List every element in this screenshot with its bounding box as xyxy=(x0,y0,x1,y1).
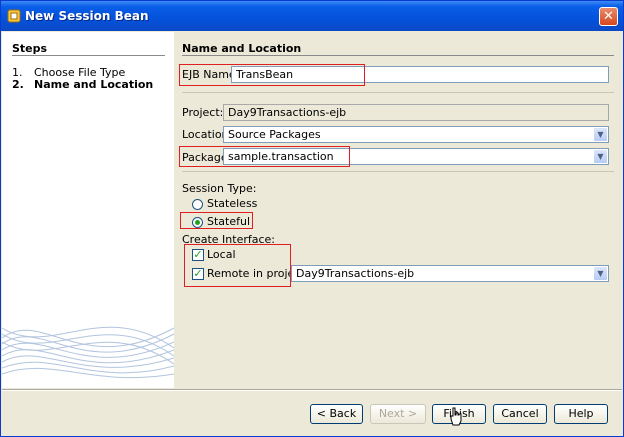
section-title: Name and Location xyxy=(182,42,302,55)
chevron-down-icon[interactable]: ▼ xyxy=(594,267,607,280)
new-session-bean-dialog: New Session Bean ✕ Steps 1. Choose File T… xyxy=(0,0,624,437)
separator xyxy=(182,171,614,172)
back-button[interactable]: < Back xyxy=(310,404,363,424)
chevron-down-icon[interactable]: ▼ xyxy=(594,128,607,141)
highlight-interfaces xyxy=(184,244,291,287)
next-button[interactable]: Next > xyxy=(370,404,426,424)
session-type-label: Session Type: xyxy=(182,182,257,195)
content-panel: Name and Location EJB Name: TransBean Pr… xyxy=(174,32,622,388)
cancel-button[interactable]: Cancel xyxy=(493,404,547,424)
help-button[interactable]: Help xyxy=(554,404,608,424)
highlight-package xyxy=(179,146,350,167)
step-number: 2. xyxy=(12,78,24,91)
remote-project-combo[interactable]: Day9Transactions-ejb ▼ xyxy=(291,265,609,282)
location-combo[interactable]: Source Packages ▼ xyxy=(223,126,609,143)
stateless-label[interactable]: Stateless xyxy=(207,197,257,210)
netbeans-icon xyxy=(7,9,21,23)
stateless-radio[interactable] xyxy=(192,199,203,210)
close-button[interactable]: ✕ xyxy=(599,7,618,26)
wave-decoration-icon xyxy=(2,326,174,379)
remote-project-value: Day9Transactions-ejb xyxy=(296,267,415,280)
window-title: New Session Bean xyxy=(25,9,149,23)
section-divider xyxy=(182,55,614,56)
steps-title: Steps xyxy=(12,42,48,55)
location-value: Source Packages xyxy=(228,128,321,141)
highlight-ejb-name xyxy=(179,64,365,86)
step-label: Name and Location xyxy=(34,78,154,91)
highlight-stateful xyxy=(180,212,253,229)
footer-divider-highlight xyxy=(2,390,622,391)
steps-panel: Steps 1. Choose File Type 2. Name and Loca… xyxy=(2,32,174,388)
project-field: Day9Transactions-ejb xyxy=(223,104,609,121)
project-label: Project: xyxy=(182,106,224,119)
hand-cursor-icon xyxy=(450,407,462,426)
separator xyxy=(182,92,614,93)
steps-divider xyxy=(12,55,165,56)
step-name-and-location: 2. Name and Location xyxy=(12,78,153,91)
chevron-down-icon[interactable]: ▼ xyxy=(594,150,607,163)
close-icon: ✕ xyxy=(603,9,614,24)
title-bar[interactable]: New Session Bean ✕ xyxy=(1,1,623,31)
